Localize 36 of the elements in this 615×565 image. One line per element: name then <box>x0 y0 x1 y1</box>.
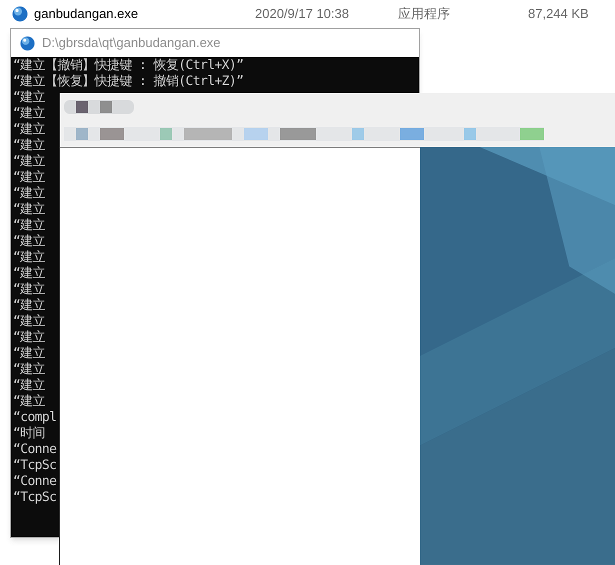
console-line: “TcpSc <box>13 490 56 505</box>
console-line: “建立 <box>13 378 46 393</box>
console-line: “建立 <box>13 314 46 329</box>
console-line: “建立 <box>13 394 46 409</box>
console-line: “建立 <box>13 138 46 153</box>
console-line: “建立 <box>13 250 46 265</box>
console-line: “Conne <box>13 474 56 489</box>
console-line: “建立 <box>13 90 46 105</box>
file-modified: 2020/9/17 10:38 <box>254 5 350 24</box>
window-title: D:\gbrsda\qt\ganbudangan.exe <box>42 34 221 52</box>
pixelated-title <box>64 100 134 114</box>
console-line: “建立 <box>13 170 46 185</box>
globe-icon <box>12 6 28 22</box>
console-line: “建立 <box>13 202 46 217</box>
console-line: “建立 <box>13 234 46 249</box>
console-line: “建立 <box>13 298 46 313</box>
console-line: “建立【恢复】快捷键 : 撤销(Ctrl+Z)” <box>13 74 244 89</box>
file-name[interactable]: ganbudangan.exe <box>34 4 138 24</box>
console-line: “建立 <box>13 346 46 361</box>
console-line: “compl <box>13 410 56 425</box>
console-line: “建立 <box>13 362 46 377</box>
console-line: “建立 <box>13 218 46 233</box>
console-line: “时间 <box>13 426 46 441</box>
console-line: “建立 <box>13 330 46 345</box>
console-line: “建立 <box>13 106 46 121</box>
console-line: “建立【撤销】快捷键 : 恢复(Ctrl+X)” <box>13 58 244 73</box>
globe-icon <box>20 36 35 50</box>
console-line: “建立 <box>13 186 46 201</box>
console-line: “建立 <box>13 266 46 281</box>
console-line: “建立 <box>13 154 46 169</box>
file-type: 应用程序 <box>398 5 451 24</box>
file-size: 87,244 KB <box>527 5 589 24</box>
console-line: “建立 <box>13 122 46 137</box>
console-line: “Conne <box>13 442 56 457</box>
console-line: “建立 <box>13 282 46 297</box>
console-line: “TcpSc <box>13 458 56 473</box>
